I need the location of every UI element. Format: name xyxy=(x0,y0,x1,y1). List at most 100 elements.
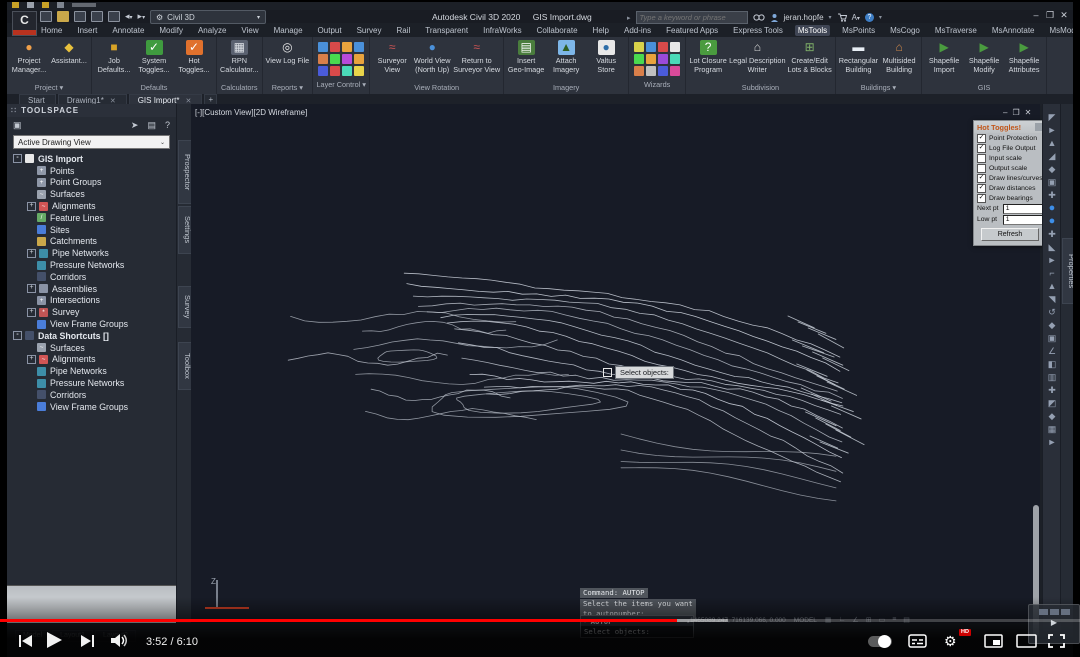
tool-icon[interactable]: ▦ xyxy=(1046,424,1058,435)
tool-icon[interactable]: ✚ xyxy=(1046,190,1058,201)
ribbon-panel-label[interactable]: Reports ▾ xyxy=(266,82,310,94)
plot-icon[interactable] xyxy=(108,11,120,22)
grid-tool-icon[interactable] xyxy=(634,54,644,64)
tree-item-intersections[interactable]: +Intersections xyxy=(7,295,176,307)
workspace-dropdown[interactable]: ⚙ Civil 3D ▾ xyxy=(150,10,266,24)
ribbon-panel-label[interactable]: Wizards xyxy=(632,79,682,91)
cart-icon[interactable] xyxy=(837,13,847,22)
shapefile-attributes-button[interactable]: ▶Shapefile Attributes xyxy=(1005,39,1043,74)
checkbox-icon[interactable]: ✓ xyxy=(977,134,986,143)
tool-icon[interactable]: ↺ xyxy=(1046,307,1058,318)
tool-icon[interactable]: ► xyxy=(1046,125,1058,136)
tool-icon[interactable]: ▥ xyxy=(1046,372,1058,383)
ribbon-panel-label[interactable]: Layer Control ▾ xyxy=(316,79,366,91)
grid-tool-icon[interactable] xyxy=(354,54,364,64)
user-chevron-icon[interactable]: ▾ xyxy=(829,14,832,21)
ribbon-panel-label[interactable]: Project ▾ xyxy=(10,82,88,94)
toolspace-view-dropdown[interactable]: Active Drawing View ⌄ xyxy=(13,135,170,149)
refresh-button[interactable]: Refresh xyxy=(981,228,1039,241)
tool-icon[interactable]: ► xyxy=(1046,255,1058,266)
search-input[interactable] xyxy=(636,11,748,24)
tree-item-corridors[interactable]: Corridors xyxy=(7,271,176,283)
tool-icon[interactable]: ◆ xyxy=(1046,411,1058,422)
ribbon-tab-add-ins[interactable]: Add-ins xyxy=(621,25,654,36)
ribbon-panel-label[interactable]: Buildings ▾ xyxy=(839,82,918,94)
tree-item-pipe-networks[interactable]: Pipe Networks xyxy=(7,365,176,377)
hot-toggles-button[interactable]: ✓Hot Toggles... xyxy=(175,39,213,74)
ribbon-panel-label[interactable]: Defaults xyxy=(95,82,213,94)
theater-mode-icon[interactable] xyxy=(1016,634,1037,648)
grid-tool-icon[interactable] xyxy=(318,54,328,64)
checkbox-icon[interactable] xyxy=(977,164,986,173)
tree-item-corridors[interactable]: Corridors xyxy=(7,389,176,401)
grid-tool-icon[interactable] xyxy=(342,54,352,64)
minimize-button[interactable]: – xyxy=(1029,10,1043,21)
tool-icon[interactable]: ● xyxy=(1046,216,1058,227)
tree-item-alignments[interactable]: +~Alignments xyxy=(7,354,176,366)
tree-item-view-frame-groups[interactable]: View Frame Groups xyxy=(7,318,176,330)
low-pt-input[interactable]: 1 xyxy=(1003,215,1043,225)
ribbon-panel-label[interactable]: Imagery xyxy=(507,82,625,94)
edit-drawing-settings-icon[interactable]: ▣ xyxy=(13,120,22,131)
grid-tool-icon[interactable] xyxy=(634,42,644,52)
tree-item-surfaces[interactable]: ~Surfaces xyxy=(7,342,176,354)
ribbon-tab-view[interactable]: View xyxy=(238,25,261,36)
grid-tool-icon[interactable] xyxy=(670,66,680,76)
palette-maximize-icon[interactable]: ❐ xyxy=(1012,108,1019,117)
attach-imagery-button[interactable]: ▲Attach Imagery xyxy=(547,39,585,74)
tree-item-point-groups[interactable]: +Point Groups xyxy=(7,177,176,189)
help-chevron-icon[interactable]: ▾ xyxy=(879,14,882,21)
grid-tool-icon[interactable] xyxy=(354,42,364,52)
play-button[interactable] xyxy=(46,631,63,649)
tool-icon[interactable]: ▣ xyxy=(1046,333,1058,344)
item-picker-icon[interactable]: ➤ xyxy=(131,120,139,131)
tree-item-catchments[interactable]: Catchments xyxy=(7,236,176,248)
ribbon-tab-help[interactable]: Help xyxy=(590,25,612,36)
tree-item-surfaces[interactable]: ~Surfaces xyxy=(7,188,176,200)
seek-bar[interactable] xyxy=(0,619,1080,622)
tool-icon[interactable]: ⌐ xyxy=(1046,268,1058,279)
tree-expander[interactable]: + xyxy=(27,249,36,258)
ribbon-panel-label[interactable]: Calculators xyxy=(220,82,259,94)
tree-item-view-frame-groups[interactable]: View Frame Groups xyxy=(7,401,176,413)
ribbon-panel-label[interactable]: Subdivision xyxy=(689,82,832,94)
toolspace-help-icon[interactable]: ? xyxy=(165,120,170,131)
tree-expander[interactable]: + xyxy=(27,355,36,364)
tool-icon[interactable]: ▲ xyxy=(1046,138,1058,149)
grid-tool-icon[interactable] xyxy=(354,66,364,76)
valtus-store-button[interactable]: ●Valtus Store xyxy=(587,39,625,74)
ribbon-tab-collaborate[interactable]: Collaborate xyxy=(534,25,581,36)
lot-closure-program-button[interactable]: ?Lot Closure Program xyxy=(689,39,727,74)
ribbon-tab-analyze[interactable]: Analyze xyxy=(195,25,229,36)
grid-tool-icon[interactable] xyxy=(646,42,656,52)
viewport-controls-label[interactable]: [-][Custom View][2D Wireframe] xyxy=(195,108,307,117)
grid-tool-icon[interactable] xyxy=(330,54,340,64)
grid-tool-icon[interactable] xyxy=(330,42,340,52)
grid-tool-icon[interactable] xyxy=(646,66,656,76)
wizards-icon-grid[interactable] xyxy=(632,39,682,79)
ribbon-tab-infraworks[interactable]: InfraWorks xyxy=(480,25,525,36)
tool-icon[interactable]: ✚ xyxy=(1046,385,1058,396)
grid-tool-icon[interactable] xyxy=(670,54,680,64)
hot-toggles-titlebar[interactable]: Hot Toggles! xyxy=(974,121,1046,133)
rpn-calculator-button[interactable]: ▦RPN Calculator... xyxy=(220,39,259,74)
ribbon-tab-annotate[interactable]: Annotate xyxy=(109,25,147,36)
tool-icon[interactable]: ◤ xyxy=(1046,112,1058,123)
tool-icon[interactable]: ◧ xyxy=(1046,359,1058,370)
tool-icon[interactable]: ◥ xyxy=(1046,294,1058,305)
ribbon-tab-manage[interactable]: Manage xyxy=(271,25,306,36)
legal-description-writer-button[interactable]: ⌂Legal Description Writer xyxy=(729,39,785,74)
insert-geo-image-button[interactable]: ▤Insert Geo-Image xyxy=(507,39,545,74)
redo-icon[interactable]: ▸▾ xyxy=(138,11,146,22)
toggle-output-scale[interactable]: Output scale xyxy=(974,163,1046,173)
tree-item-data-shortcuts[interactable]: -Data Shortcuts [] xyxy=(7,330,176,342)
job-defaults-button[interactable]: ■Job Defaults... xyxy=(95,39,133,74)
new-icon[interactable] xyxy=(40,11,52,22)
rectangular-building-button[interactable]: ▬Rectangular Building xyxy=(839,39,878,74)
tree-expander[interactable]: + xyxy=(27,308,36,317)
close-button[interactable]: ✕ xyxy=(1057,10,1071,21)
tool-icon[interactable]: ▲ xyxy=(1046,281,1058,292)
ribbon-tab-mstools[interactable]: MsTools xyxy=(795,25,830,36)
tree-item-pressure-networks[interactable]: Pressure Networks xyxy=(7,377,176,389)
checkbox-icon[interactable]: ✓ xyxy=(977,194,986,203)
